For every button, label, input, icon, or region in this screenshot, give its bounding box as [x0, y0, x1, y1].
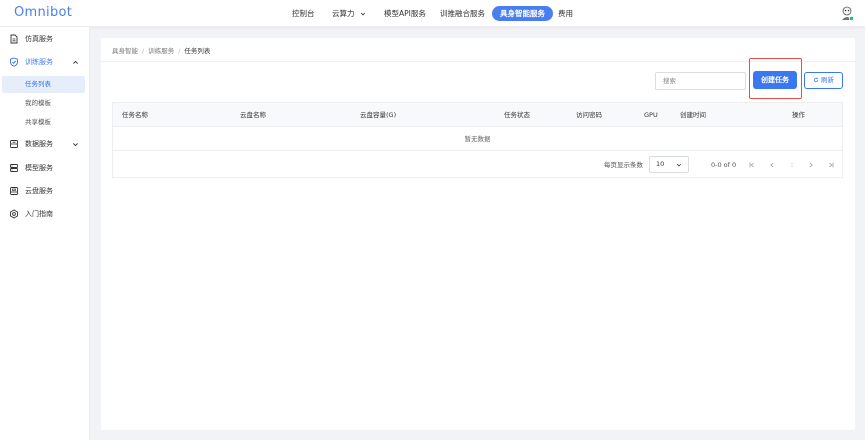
table-header: 任务名称 云盘名称 云盘容量(G) 任务状态 访问密码 GPU 创建时间 操作: [113, 103, 842, 127]
user-avatar-icon[interactable]: [840, 6, 854, 21]
app-logo[interactable]: Omnibot: [14, 5, 72, 20]
first-page-icon[interactable]: [748, 161, 756, 169]
chevron-down-icon: [360, 12, 365, 16]
column-header-task-name: 任务名称: [122, 111, 148, 119]
sidebar-subitem-my-templates[interactable]: 我的模板: [2, 95, 85, 112]
chevron-down-icon: [676, 163, 682, 167]
breadcrumb-item[interactable]: 具身智能: [112, 47, 138, 55]
sidebar: 仿真服务 训练服务 任务列表 我的模板 共享模板 数据服务 模型服务 云盘服务 …: [0, 27, 90, 440]
breadcrumb-separator: /: [142, 47, 145, 55]
nav-billing[interactable]: 费用: [558, 6, 573, 21]
sidebar-item-training[interactable]: 训练服务: [0, 53, 90, 71]
nav-console[interactable]: 控制台: [292, 6, 315, 21]
chevron-down-icon: [73, 143, 78, 147]
refresh-icon: [813, 77, 819, 83]
per-page-value: 10: [656, 160, 665, 168]
nav-embodied-ai[interactable]: 具身智能服务: [492, 6, 553, 21]
document-icon: [10, 34, 18, 44]
cloud-drive-icon: [10, 187, 18, 195]
next-page-icon[interactable]: [807, 161, 815, 169]
breadcrumb-item[interactable]: 训练服务: [148, 47, 174, 55]
breadcrumb-current: 任务列表: [184, 47, 211, 55]
sidebar-item-simulation[interactable]: 仿真服务: [0, 30, 90, 48]
column-header-created-time: 创建时间: [680, 111, 706, 119]
content-card: 具身智能/训练服务/任务列表 创建任务 刷新 任务名称 云盘名称 云盘容量(G)…: [101, 38, 855, 430]
sidebar-item-data[interactable]: 数据服务: [0, 135, 90, 153]
sidebar-item-model[interactable]: 模型服务: [0, 159, 90, 177]
sidebar-subitem-task-list[interactable]: 任务列表: [2, 76, 85, 93]
task-table: 任务名称 云盘名称 云盘容量(G) 任务状态 访问密码 GPU 创建时间 操作 …: [112, 102, 843, 178]
shield-icon: [10, 57, 18, 67]
empty-state-text: 暂无数据: [113, 128, 842, 151]
sidebar-item-label: 训练服务: [25, 58, 53, 66]
sidebar-item-label: 数据服务: [25, 140, 53, 148]
nav-cloud-compute[interactable]: 云算力: [332, 6, 366, 21]
server-icon: [10, 164, 18, 172]
chevron-up-icon: [73, 60, 78, 64]
database-icon: [10, 140, 18, 148]
last-page-icon[interactable]: [827, 161, 835, 169]
sidebar-item-label: 云盘服务: [25, 187, 53, 195]
more-pages-icon: [791, 163, 793, 167]
card-divider: [101, 61, 855, 62]
settings-icon: [10, 209, 18, 219]
column-header-access-password: 访问密码: [576, 111, 602, 119]
per-page-select[interactable]: 10: [649, 156, 689, 173]
search-input[interactable]: [655, 72, 746, 90]
sidebar-item-label: 入门指南: [25, 210, 53, 218]
create-task-button[interactable]: 创建任务: [753, 71, 797, 89]
refresh-button[interactable]: 刷新: [804, 72, 843, 89]
breadcrumb: 具身智能 / 训练服务 / 任务列表: [112, 45, 210, 55]
top-navigation: Omnibot 控制台 云算力 模型API服务 训推融合服务 具身智能服务 费用: [0, 0, 865, 27]
breadcrumb-separator: /: [178, 47, 181, 55]
sidebar-item-guide[interactable]: 入门指南: [0, 205, 90, 223]
column-header-actions: 操作: [792, 111, 805, 119]
pagination: 每页显示条数 10 0-0 of 0: [113, 152, 842, 178]
per-page-label: 每页显示条数: [604, 161, 643, 169]
nav-train-infer[interactable]: 训推融合服务: [440, 6, 485, 21]
sidebar-item-label: 模型服务: [25, 164, 53, 172]
column-header-drive-name: 云盘名称: [240, 111, 266, 119]
previous-page-icon[interactable]: [768, 161, 776, 169]
refresh-label: 刷新: [821, 76, 834, 84]
sidebar-item-label: 仿真服务: [25, 35, 53, 43]
sidebar-subitem-shared-templates[interactable]: 共享模板: [2, 114, 85, 131]
column-header-task-status: 任务状态: [504, 111, 530, 119]
sidebar-item-cloud-drive[interactable]: 云盘服务: [0, 182, 90, 200]
column-header-drive-capacity: 云盘容量(G): [360, 111, 397, 119]
page-range-text: 0-0 of 0: [711, 161, 737, 169]
nav-cloud-compute-label: 云算力: [332, 9, 355, 18]
nav-model-api[interactable]: 模型API服务: [384, 6, 426, 21]
column-header-gpu: GPU: [644, 111, 658, 119]
